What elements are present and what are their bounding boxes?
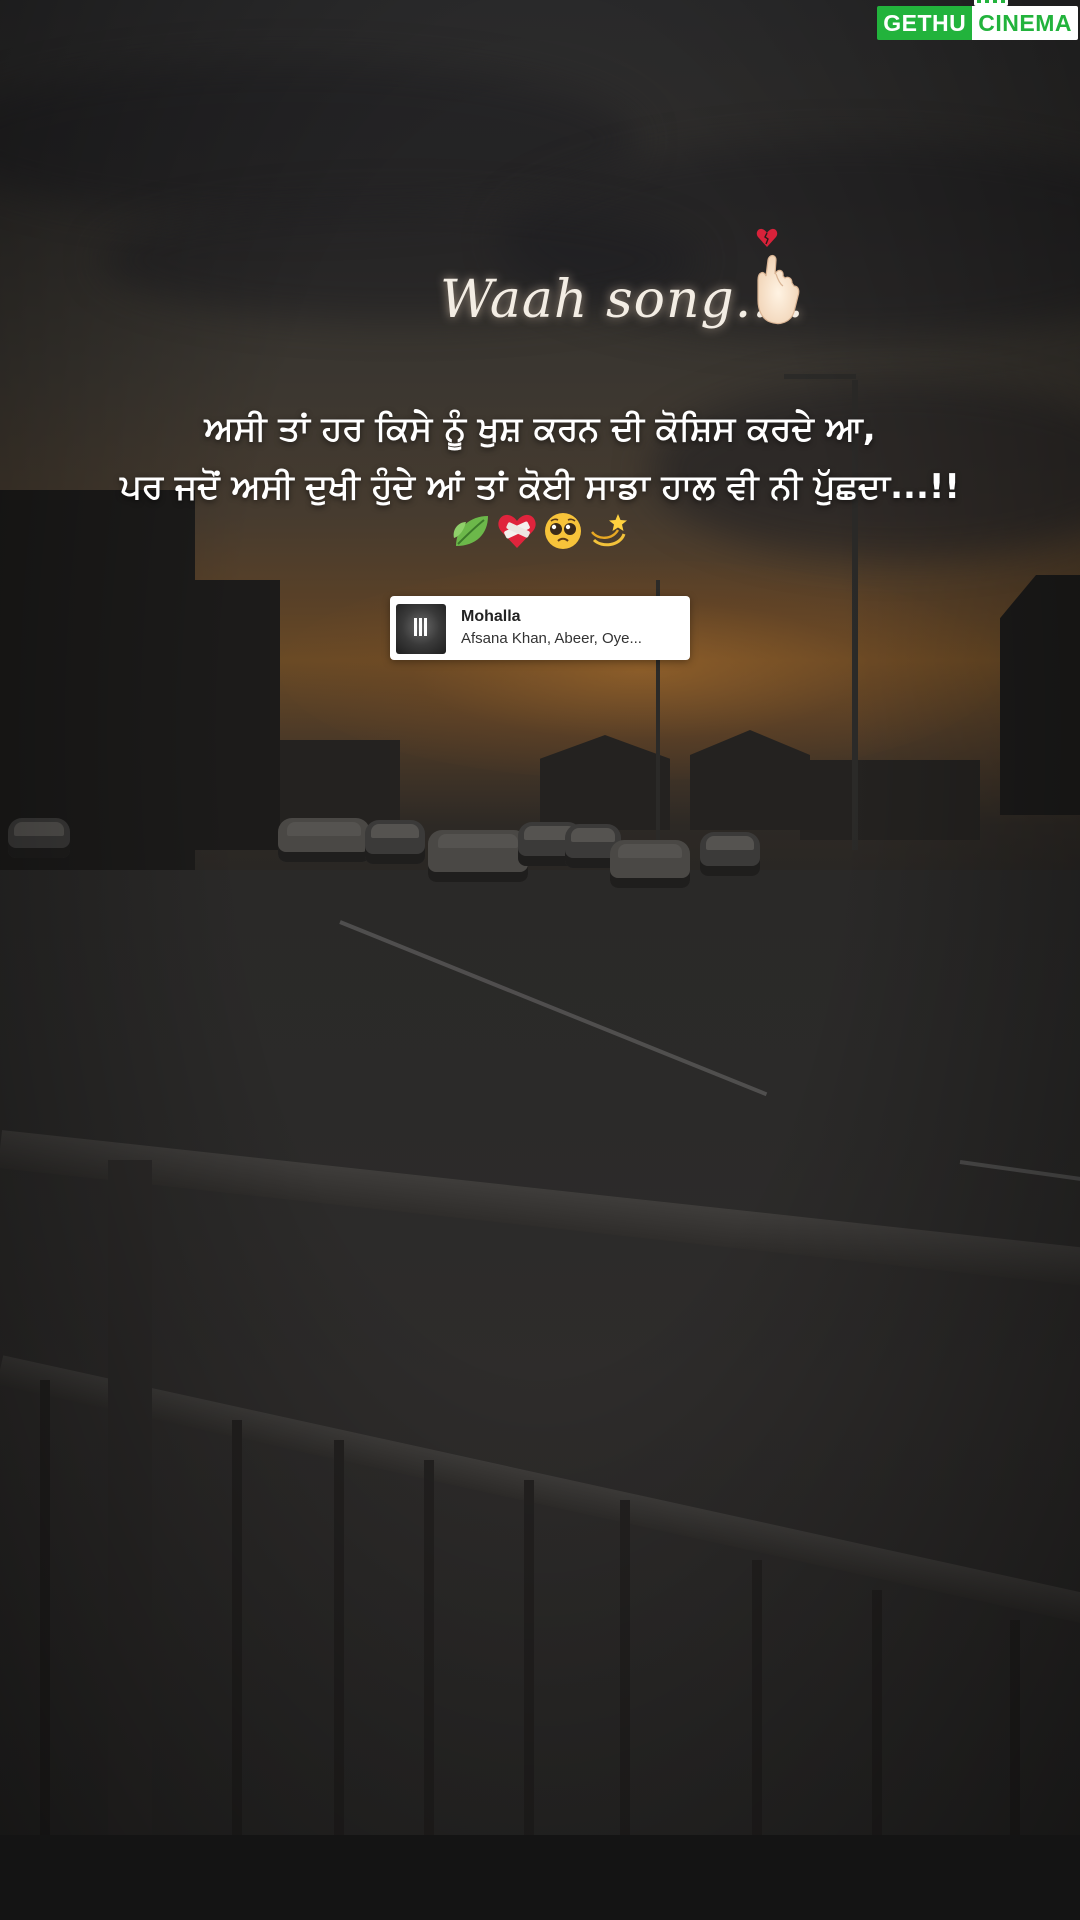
music-sticker[interactable]: Mohalla Afsana Khan, Abeer, Oye...	[390, 596, 690, 660]
film-strip-icon	[974, 0, 1009, 6]
bandaged-heart-icon	[498, 514, 536, 548]
leaf-icon	[453, 516, 488, 546]
story-view: GETHU CINEMA Waah song.... ਅਸੀ ਤਾਂ ਹਰ ਕਿ…	[0, 0, 1080, 1920]
pleading-face-icon	[545, 513, 581, 549]
dizzy-star-icon	[591, 514, 627, 547]
broken-heart-icon	[756, 228, 778, 247]
channel-watermark: GETHU CINEMA	[877, 0, 1078, 40]
emoji-row	[450, 508, 630, 554]
watermark-left-text: GETHU	[877, 6, 973, 40]
finger-heart-hand-icon	[757, 254, 800, 325]
album-art	[396, 604, 446, 654]
track-title: Mohalla	[461, 608, 521, 625]
watermark-right-text: CINEMA	[972, 0, 1078, 40]
quote-text: ਅਸੀ ਤਾਂ ਹਰ ਕਿਸੇ ਨੂੰ ਖੁਸ਼ ਕਰਨ ਦੀ ਕੋਸ਼ਿਸ ਕ…	[40, 400, 1040, 516]
quote-line-1: ਅਸੀ ਤਾਂ ਹਰ ਕਿਸੇ ਨੂੰ ਖੁਸ਼ ਕਰਨ ਦੀ ਕੋਸ਼ਿਸ ਕ…	[204, 409, 876, 449]
pause-icon[interactable]	[414, 618, 428, 636]
track-artist: Afsana Khan, Abeer, Oye...	[461, 630, 642, 647]
bottom-bar	[0, 1835, 1080, 1920]
